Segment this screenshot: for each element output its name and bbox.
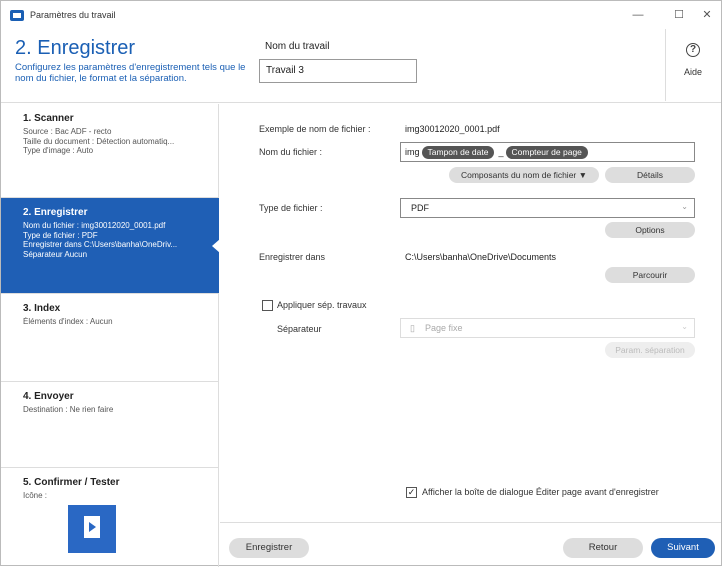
show-edit-dialog-checkbox[interactable]: ✓ [406,487,417,498]
filetype-value: PDF [411,203,429,213]
chevron-down-icon: ⌄ [681,202,688,211]
apply-separation-checkbox[interactable] [262,300,273,311]
minimize-button[interactable]: — [628,7,648,23]
window-title: Paramètres du travail [30,10,116,20]
sidebar-item-detail: Taille du document : Détection automatiq… [23,136,175,146]
sidebar-item-detail: Icône : [23,491,48,500]
next-button[interactable]: Suivant [651,538,715,558]
sidebar-item-save[interactable]: 2. Enregistrer Nom du fichier : img30012… [1,198,220,294]
sidebar-item-detail: Destination : Ne rien faire [23,405,114,414]
step-header: 2. Enregistrer Configurez les paramètres… [1,29,721,103]
back-button[interactable]: Retour [563,538,643,558]
filename-label: Nom du fichier : [259,147,323,157]
separation-params-button[interactable]: Param. séparation [605,342,695,358]
date-stamp-chip[interactable]: Tampon de date [421,146,495,159]
sidebar-item-detail: Type d'image : Auto [23,146,94,155]
job-icon-thumbnail[interactable] [68,504,116,553]
step-description: Configurez les paramètres d'enregistreme… [15,62,246,84]
job-name-label: Nom du travail [265,41,330,52]
filetype-label: Type de fichier : [259,203,323,213]
document-play-icon [84,515,100,538]
filename-components-button[interactable]: Composants du nom de fichier ▼ [449,167,599,183]
page-icon: ▯ [410,323,415,333]
save-settings-panel: Exemple de nom de fichier : img30012020_… [220,104,721,522]
sidebar-item-detail: Enregistrer dans C:\Users\banha\OneDriv.… [23,240,178,249]
steps-sidebar: 1. Scanner Source : Bac ADF - recto Tail… [1,104,220,567]
filename-separator: _ [498,147,504,157]
separator-label: Séparateur [277,324,322,334]
sidebar-item-title: 4. Envoyer [23,391,74,402]
example-filename-label: Exemple de nom de fichier : [259,124,371,134]
sidebar-item-send[interactable]: 4. Envoyer Destination : Ne rien faire [1,382,219,468]
sidebar-item-detail: Source : Bac ADF - recto [23,127,112,136]
apply-separation-label: Appliquer sép. travaux [277,300,367,310]
example-filename-value: img30012020_0001.pdf [405,124,500,134]
close-button[interactable]: ✕ [697,7,717,23]
help-label: Aide [683,67,702,77]
sidebar-item-title: 2. Enregistrer [23,207,88,218]
app-icon [10,9,24,21]
page-counter-chip[interactable]: Compteur de page [505,146,588,159]
help-divider [665,29,666,101]
details-button[interactable]: Détails [605,167,695,183]
show-edit-dialog-label: Afficher la boîte de dialogue Éditer pag… [422,487,659,497]
title-bar: Paramètres du travail — ☐ ✕ [1,1,721,29]
wizard-footer: Enregistrer Retour Suivant [220,522,721,566]
maximize-button[interactable]: ☐ [669,7,689,23]
browse-button[interactable]: Parcourir [605,267,695,283]
sidebar-item-title: 5. Confirmer / Tester [23,477,120,488]
chevron-down-icon: ⌄ [681,322,688,331]
sidebar-item-confirm[interactable]: 5. Confirmer / Tester Icône : [1,468,219,567]
help-button[interactable]: ? Aide [671,43,715,89]
sidebar-item-detail: Séparateur Aucun [23,249,88,259]
filename-field[interactable]: img Tampon de date _ Compteur de page [400,142,695,162]
options-button[interactable]: Options [605,222,695,238]
sidebar-item-title: 3. Index [23,303,61,314]
sidebar-item-title: 1. Scanner [23,113,74,124]
sidebar-item-detail: Type de fichier : PDF [23,230,98,240]
save-button[interactable]: Enregistrer [229,538,309,558]
sidebar-item-detail: Nom du fichier : img30012020_0001.pdf [23,221,166,230]
job-settings-window: Paramètres du travail — ☐ ✕ 2. Enregistr… [0,0,722,567]
job-name-input[interactable]: Travail 3 [259,59,417,83]
separator-value: Page fixe [425,323,463,333]
step-title: 2. Enregistrer [15,37,136,59]
sidebar-item-index[interactable]: 3. Index Éléments d'index : Aucun [1,294,219,382]
separator-select[interactable]: ▯ Page fixe ⌄ [400,318,695,338]
sidebar-item-scanner[interactable]: 1. Scanner Source : Bac ADF - recto Tail… [1,104,219,198]
help-icon: ? [686,43,700,57]
sidebar-item-detail: Éléments d'index : Aucun [23,317,113,326]
save-in-label: Enregistrer dans [259,252,326,262]
save-in-path: C:\Users\banha\OneDrive\Documents [405,252,557,262]
filename-prefix: img [405,147,420,157]
filetype-select[interactable]: PDF ⌄ [400,198,695,218]
